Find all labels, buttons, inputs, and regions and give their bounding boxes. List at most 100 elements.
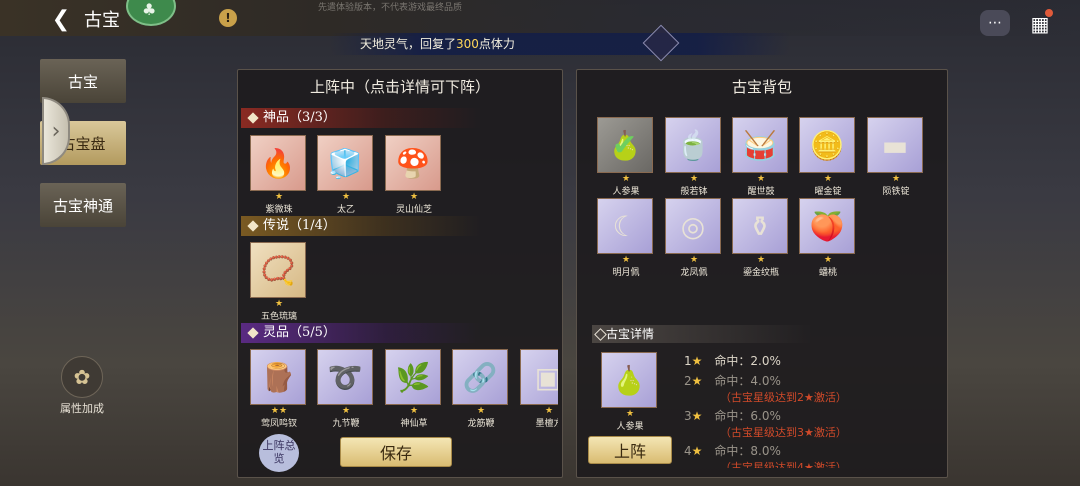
save-button[interactable]: 保存 bbox=[340, 437, 452, 467]
item-stars: ★★ bbox=[270, 406, 288, 416]
notice-suffix: 点体力 bbox=[478, 37, 515, 51]
item-name: 五色琉璃 bbox=[260, 312, 297, 322]
bag-item[interactable]: 🥁 ★ 醒世鼓 bbox=[732, 117, 790, 197]
notice-amount: 300 bbox=[456, 37, 479, 51]
item-stars: ★ bbox=[689, 174, 699, 184]
item-name: 人参果 bbox=[612, 187, 640, 197]
overview-button[interactable]: 上阵总览 bbox=[259, 434, 299, 472]
item-stars: ★ bbox=[621, 255, 631, 265]
bag-panel-title: 古宝背包 bbox=[731, 78, 792, 96]
attribute-bonus-label: 属性加成 bbox=[60, 402, 104, 415]
item-name: 醒世鼓 bbox=[747, 187, 775, 197]
bag-item[interactable]: 🪙 ★ 曜金锭 bbox=[799, 117, 857, 197]
item-stars: ★ bbox=[409, 406, 419, 416]
tab-label: 古宝 bbox=[67, 72, 98, 91]
level-number: 4 bbox=[684, 444, 692, 458]
item-stars: ★ bbox=[756, 174, 766, 184]
chat-icon[interactable]: ⋯ bbox=[980, 10, 1010, 36]
back-arrow-icon[interactable]: ❮ bbox=[44, 6, 78, 32]
item-stars: ★ bbox=[341, 192, 351, 202]
item-icon: 🍐 ✔ bbox=[597, 117, 653, 173]
section-lingpin: 灵品（5/5） bbox=[241, 323, 481, 343]
warning-icon[interactable]: ! bbox=[219, 9, 237, 27]
level-text: 命中：8.0% bbox=[714, 444, 781, 458]
star-icon: ★ bbox=[691, 374, 703, 388]
deployed-item[interactable]: 📿 ★ 五色琉璃 bbox=[250, 242, 308, 322]
item-name: 陨铁锭 bbox=[882, 187, 910, 197]
notice-prefix: 天地灵气，回复了 bbox=[360, 37, 457, 51]
level-number: 2 bbox=[684, 374, 692, 388]
bag-item[interactable]: ◎ ★ 龙凤佩 bbox=[665, 198, 723, 278]
item-stars: ★ bbox=[891, 174, 901, 184]
item-stars: ★ bbox=[409, 192, 419, 202]
bag-item[interactable]: 🍵 ★ 般若钵 bbox=[665, 117, 723, 197]
deployed-item[interactable]: 🔥 ★ 紫微珠 bbox=[250, 135, 308, 215]
level-requirement: （古宝星级达到4★激活） bbox=[720, 461, 847, 468]
level-list: 1★ 命中：2.0% 2★ 命中：4.0% （古宝星级达到2★激活） 3★ 命中… bbox=[684, 352, 946, 468]
level-number: 3 bbox=[684, 409, 692, 423]
detail-header: 古宝详情 bbox=[592, 325, 812, 343]
bag-item[interactable]: 🍐 ✔ ★ 人参果 bbox=[597, 117, 655, 197]
item-stars: ★ bbox=[625, 409, 635, 419]
item-icon: ⚱ bbox=[732, 198, 788, 254]
item-name: 墨檀方 bbox=[535, 419, 558, 429]
item-icon: ▬ bbox=[867, 117, 923, 173]
deployed-item[interactable]: 🍄 ★ 灵山仙芝 bbox=[385, 135, 443, 215]
item-icon: 📿 bbox=[250, 242, 306, 298]
item-icon: 🔗 bbox=[452, 349, 508, 405]
item-name: 人参果 bbox=[616, 422, 644, 432]
level-row: 4★ 命中：8.0% bbox=[684, 442, 781, 459]
detail-item[interactable]: 🍐 ★ 人参果 bbox=[601, 352, 659, 432]
deployed-item[interactable]: 🔗 ★ 龙筋鞭 bbox=[452, 349, 510, 429]
bag-item[interactable]: ☾ ★ 明月佩 bbox=[597, 198, 655, 278]
bag-item[interactable]: 🍑 ★ 蟠桃 bbox=[799, 198, 857, 278]
tab-gubao-shentong[interactable]: 古宝神通 bbox=[40, 183, 126, 227]
section-shenpin: 神品（3/3） bbox=[241, 108, 481, 128]
deploy-button[interactable]: 上阵 bbox=[588, 436, 672, 464]
item-icon: 🔥 bbox=[250, 135, 306, 191]
attribute-bonus-button[interactable]: ✿ 属性加成 bbox=[56, 356, 108, 415]
check-icon: ✔ bbox=[612, 128, 638, 163]
item-name: 紫微珠 bbox=[265, 205, 293, 215]
item-name: 明月佩 bbox=[612, 268, 640, 278]
item-name: 鎏金纹瓶 bbox=[742, 268, 779, 278]
bag-item[interactable]: ▬ ★ 陨铁锭 bbox=[867, 117, 925, 197]
item-stars: ★ bbox=[476, 406, 486, 416]
item-icon: 🪙 bbox=[799, 117, 855, 173]
deployed-item-partial[interactable]: ▣ ★ 墨檀方 bbox=[520, 349, 558, 429]
deployed-item[interactable]: ➰ ★ 九节鞭 bbox=[317, 349, 375, 429]
item-name: 神仙草 bbox=[400, 419, 428, 429]
item-name: 九节鞭 bbox=[332, 419, 360, 429]
item-stars: ★ bbox=[544, 406, 554, 416]
disclaimer-text: 先遣体验版本，不代表游戏最终品质 bbox=[318, 3, 463, 13]
item-stars: ★ bbox=[756, 255, 766, 265]
page-title: 古宝 bbox=[84, 10, 120, 31]
item-stars: ★ bbox=[274, 299, 284, 309]
item-icon: ▣ bbox=[520, 349, 558, 405]
deployed-item[interactable]: 🪵 ★★ 莺凤鸣钗 bbox=[250, 349, 308, 429]
level-text: 命中：2.0% bbox=[714, 354, 781, 368]
level-text: 命中：6.0% bbox=[714, 409, 781, 423]
star-icon: ★ bbox=[691, 354, 703, 368]
item-icon: ➰ bbox=[317, 349, 373, 405]
level-row: 1★ 命中：2.0% bbox=[684, 352, 781, 369]
item-stars: ★ bbox=[274, 192, 284, 202]
tab-gubao[interactable]: 古宝 bbox=[40, 59, 126, 103]
item-stars: ★ bbox=[823, 174, 833, 184]
star-icon: ★ bbox=[691, 409, 703, 423]
deployed-item[interactable]: 🌿 ★ 神仙草 bbox=[385, 349, 443, 429]
item-icon: 🍐 bbox=[601, 352, 657, 408]
item-name: 曜金锭 bbox=[814, 187, 842, 197]
deployed-item[interactable]: 🧊 ★ 太乙 bbox=[317, 135, 375, 215]
level-text: 命中：4.0% bbox=[714, 374, 781, 388]
item-icon: 🥁 bbox=[732, 117, 788, 173]
item-name: 龙筋鞭 bbox=[467, 419, 495, 429]
item-icon: 🧊 bbox=[317, 135, 373, 191]
item-stars: ★ bbox=[823, 255, 833, 265]
item-stars: ★ bbox=[341, 406, 351, 416]
bag-item[interactable]: ⚱ ★ 鎏金纹瓶 bbox=[732, 198, 790, 278]
item-icon: 🍵 bbox=[665, 117, 721, 173]
notification-dot bbox=[1045, 9, 1053, 17]
knot-icon: ✿ bbox=[61, 356, 103, 398]
item-name: 般若钵 bbox=[680, 187, 708, 197]
